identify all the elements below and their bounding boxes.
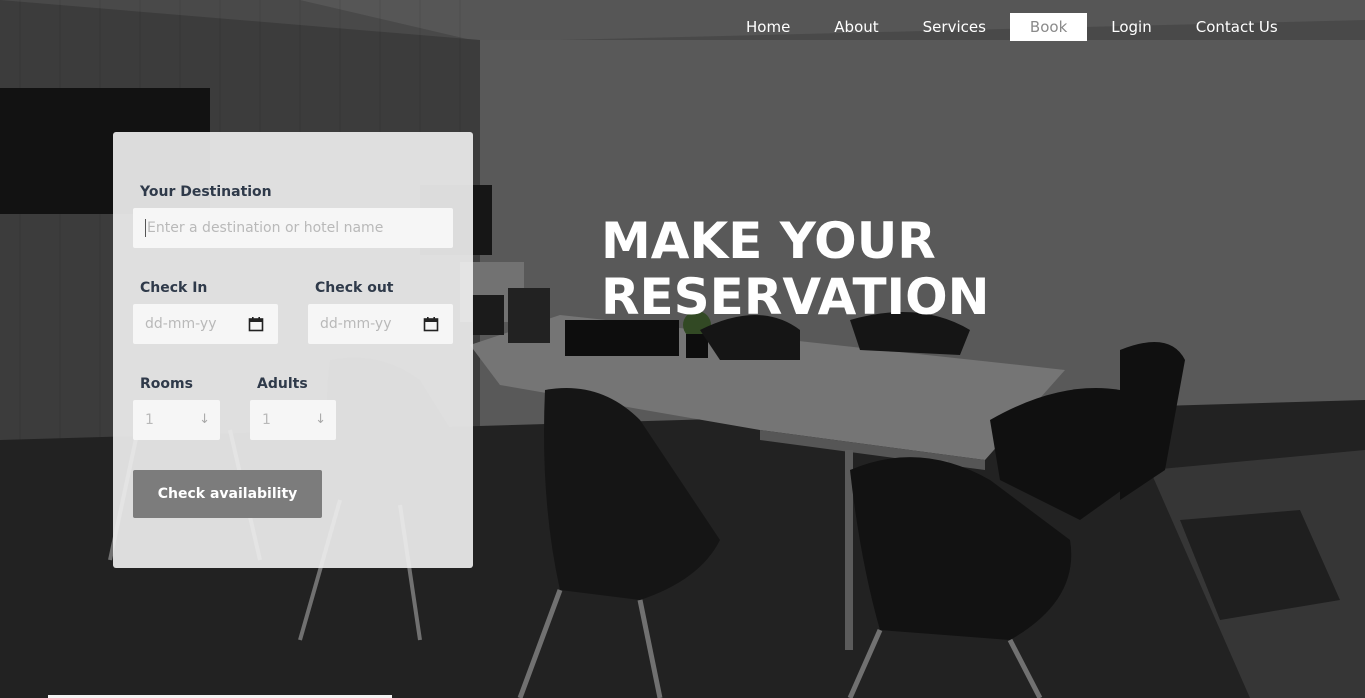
main-nav: Home About Services Book Login Contact U… (724, 13, 1300, 41)
checkout-date-input[interactable]: dd-mm-yy (308, 304, 453, 344)
hero-title: MAKE YOUR RESERVATION (601, 213, 990, 325)
checkout-label: Check out (315, 280, 394, 296)
hero-title-line-1: MAKE YOUR (601, 212, 936, 270)
rooms-value: 1 (145, 412, 154, 428)
arrow-down-icon: ↓ (315, 412, 326, 427)
adults-select[interactable]: 1 ↓ (250, 400, 336, 440)
nav-login[interactable]: Login (1089, 13, 1173, 41)
rooms-label: Rooms (140, 376, 193, 392)
destination-placeholder: Enter a destination or hotel name (147, 220, 384, 236)
booking-form: Your Destination Enter a destination or … (113, 132, 473, 568)
nav-about[interactable]: About (812, 13, 900, 41)
checkin-placeholder: dd-mm-yy (145, 316, 217, 332)
nav-contact-us[interactable]: Contact Us (1174, 13, 1300, 41)
arrow-down-icon: ↓ (199, 412, 210, 427)
calendar-icon[interactable] (423, 316, 439, 332)
destination-label: Your Destination (140, 184, 272, 200)
destination-input[interactable]: Enter a destination or hotel name (133, 208, 453, 248)
calendar-icon[interactable] (248, 316, 264, 332)
nav-book[interactable]: Book (1009, 13, 1088, 41)
nav-services[interactable]: Services (901, 13, 1008, 41)
check-availability-button[interactable]: Check availability (133, 470, 322, 518)
adults-label: Adults (257, 376, 308, 392)
nav-home[interactable]: Home (724, 13, 812, 41)
adults-value: 1 (262, 412, 271, 428)
checkin-date-input[interactable]: dd-mm-yy (133, 304, 278, 344)
checkout-placeholder: dd-mm-yy (320, 316, 392, 332)
text-cursor (145, 219, 146, 237)
rooms-select[interactable]: 1 ↓ (133, 400, 220, 440)
checkin-label: Check In (140, 280, 208, 296)
hero-title-line-2: RESERVATION (601, 268, 990, 326)
